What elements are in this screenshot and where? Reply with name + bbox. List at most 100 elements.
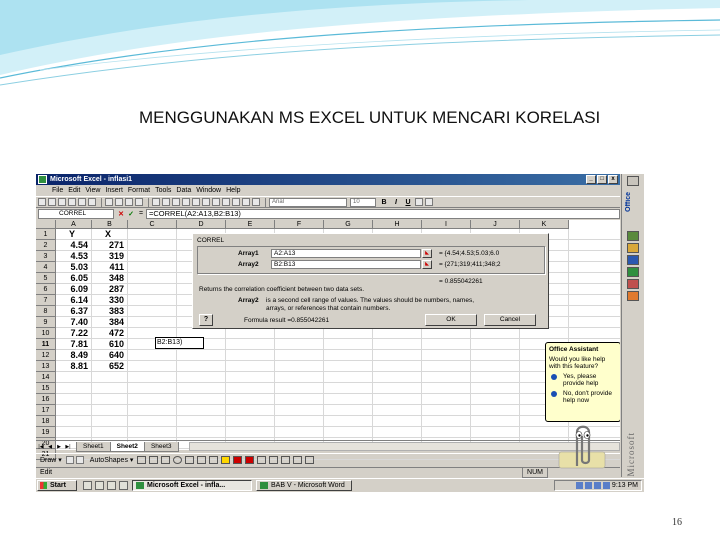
menu-view[interactable]: View	[85, 185, 100, 196]
cell-x-value[interactable]: 610	[92, 339, 124, 350]
cell-y-value[interactable]: 6.05	[56, 273, 88, 284]
free-rotate-icon[interactable]	[75, 456, 84, 464]
row-header-9[interactable]: 9	[36, 317, 56, 328]
zoom-icon[interactable]	[242, 198, 250, 206]
select-all-corner[interactable]	[36, 220, 56, 229]
taskbar-excel[interactable]: Microsoft Excel - infla...	[132, 480, 252, 491]
cell-x-value[interactable]: 640	[92, 350, 124, 361]
help-button[interactable]: ?	[199, 314, 213, 326]
office-bar-menu-icon[interactable]	[627, 176, 639, 186]
row-header-8[interactable]: 8	[36, 306, 56, 317]
confirm-edit-icon[interactable]: ✓	[126, 210, 136, 218]
menu-insert[interactable]: Insert	[105, 185, 123, 196]
tray-icon[interactable]	[584, 482, 592, 489]
font-color-icon[interactable]	[245, 456, 255, 464]
cell-x-value[interactable]: 384	[92, 317, 124, 328]
first-sheet-icon[interactable]: |◀	[37, 443, 45, 451]
array1-input[interactable]: A2:A13	[271, 249, 421, 258]
arrow-style-icon[interactable]	[281, 456, 291, 464]
row-header-15[interactable]: 15	[36, 383, 56, 394]
clippy-assistant-icon[interactable]	[551, 422, 611, 470]
tab-sheet3[interactable]: Sheet3	[143, 441, 179, 452]
column-header-d[interactable]: D	[177, 220, 226, 229]
italic-button[interactable]: I	[391, 199, 401, 206]
drawing-icon[interactable]	[232, 198, 240, 206]
fill-color-icon[interactable]	[221, 456, 231, 464]
arrow-tool-icon[interactable]	[149, 456, 159, 464]
cell-x-value[interactable]: 472	[92, 328, 124, 339]
dash-style-icon[interactable]	[269, 456, 279, 464]
cancel-button[interactable]: Cancel	[484, 314, 536, 326]
paste-function-icon[interactable]	[192, 198, 200, 206]
row-header-17[interactable]: 17	[36, 405, 56, 416]
powerpoint-icon[interactable]	[627, 279, 639, 289]
cell-y-value[interactable]: 4.54	[56, 240, 88, 251]
row-header-3[interactable]: 3	[36, 251, 56, 262]
hyperlink-icon[interactable]	[172, 198, 180, 206]
cell-y-value[interactable]: 7.40	[56, 317, 88, 328]
menu-data[interactable]: Data	[176, 185, 191, 196]
cut-icon[interactable]	[105, 198, 113, 206]
print-preview-icon[interactable]	[78, 198, 86, 206]
select-objects-icon[interactable]	[65, 456, 74, 464]
column-header-e[interactable]: E	[226, 220, 275, 229]
row-header-12[interactable]: 12	[36, 350, 56, 361]
tab-sheet1[interactable]: Sheet1	[76, 441, 111, 452]
access-icon[interactable]	[627, 291, 639, 301]
assistant-option-no[interactable]: No, don't provide help now	[549, 390, 617, 404]
collapse-dialog-icon[interactable]: ◣	[422, 260, 432, 269]
print-icon[interactable]	[68, 198, 76, 206]
sort-ascending-icon[interactable]	[202, 198, 210, 206]
new-icon[interactable]	[38, 198, 46, 206]
volume-icon[interactable]	[602, 482, 610, 489]
menu-tools[interactable]: Tools	[155, 185, 171, 196]
text-box-icon[interactable]	[185, 456, 195, 464]
media-player-icon[interactable]	[119, 481, 128, 490]
row-header-5[interactable]: 5	[36, 273, 56, 284]
undo-icon[interactable]	[152, 198, 160, 206]
row-header-18[interactable]: 18	[36, 416, 56, 427]
line-tool-icon[interactable]	[137, 456, 147, 464]
format-painter-icon[interactable]	[135, 198, 143, 206]
window-titlebar[interactable]: Microsoft Excel - inflasi1 _ □ x	[36, 174, 620, 185]
bold-button[interactable]: B	[379, 199, 389, 206]
cell-y-value[interactable]: 6.37	[56, 306, 88, 317]
chart-wizard-icon[interactable]	[222, 198, 230, 206]
row-header-4[interactable]: 4	[36, 262, 56, 273]
excel-icon[interactable]	[627, 267, 639, 277]
cell-x-value[interactable]: 411	[92, 262, 124, 273]
row-header-13[interactable]: 13	[36, 361, 56, 372]
office-app-icon[interactable]	[627, 231, 639, 241]
cell-header-x[interactable]: X	[92, 229, 124, 240]
internet-explorer-icon[interactable]	[95, 481, 104, 490]
word-icon[interactable]	[627, 255, 639, 265]
cell-x-value[interactable]: 287	[92, 284, 124, 295]
cell-y-value[interactable]: 7.81	[56, 339, 88, 350]
collapse-dialog-icon[interactable]: ◣	[422, 249, 432, 258]
column-header-f[interactable]: F	[275, 220, 324, 229]
copy-icon[interactable]	[115, 198, 123, 206]
column-header-a[interactable]: A	[56, 220, 92, 229]
cell-y-value[interactable]: 6.14	[56, 295, 88, 306]
paste-icon[interactable]	[125, 198, 133, 206]
column-header-c[interactable]: C	[128, 220, 177, 229]
column-header-g[interactable]: G	[324, 220, 373, 229]
line-color-icon[interactable]	[233, 456, 243, 464]
menu-help[interactable]: Help	[226, 185, 240, 196]
oval-tool-icon[interactable]	[173, 456, 183, 464]
edit-formula-button[interactable]: =	[136, 210, 146, 217]
font-name-box[interactable]: Arial	[269, 197, 347, 207]
active-cell-editor[interactable]: B2:B13)	[155, 337, 204, 349]
menu-window[interactable]: Window	[196, 185, 221, 196]
outlook-icon[interactable]	[107, 481, 116, 490]
row-header-14[interactable]: 14	[36, 372, 56, 383]
row-header-16[interactable]: 16	[36, 394, 56, 405]
show-desktop-icon[interactable]	[83, 481, 92, 490]
office-assistant-icon[interactable]	[252, 198, 260, 206]
redo-icon[interactable]	[162, 198, 170, 206]
next-sheet-icon[interactable]: ▶	[55, 443, 63, 451]
cell-x-value[interactable]: 652	[92, 361, 124, 372]
cell-x-value[interactable]: 348	[92, 273, 124, 284]
start-button[interactable]: Start	[37, 480, 77, 491]
save-icon[interactable]	[58, 198, 66, 206]
